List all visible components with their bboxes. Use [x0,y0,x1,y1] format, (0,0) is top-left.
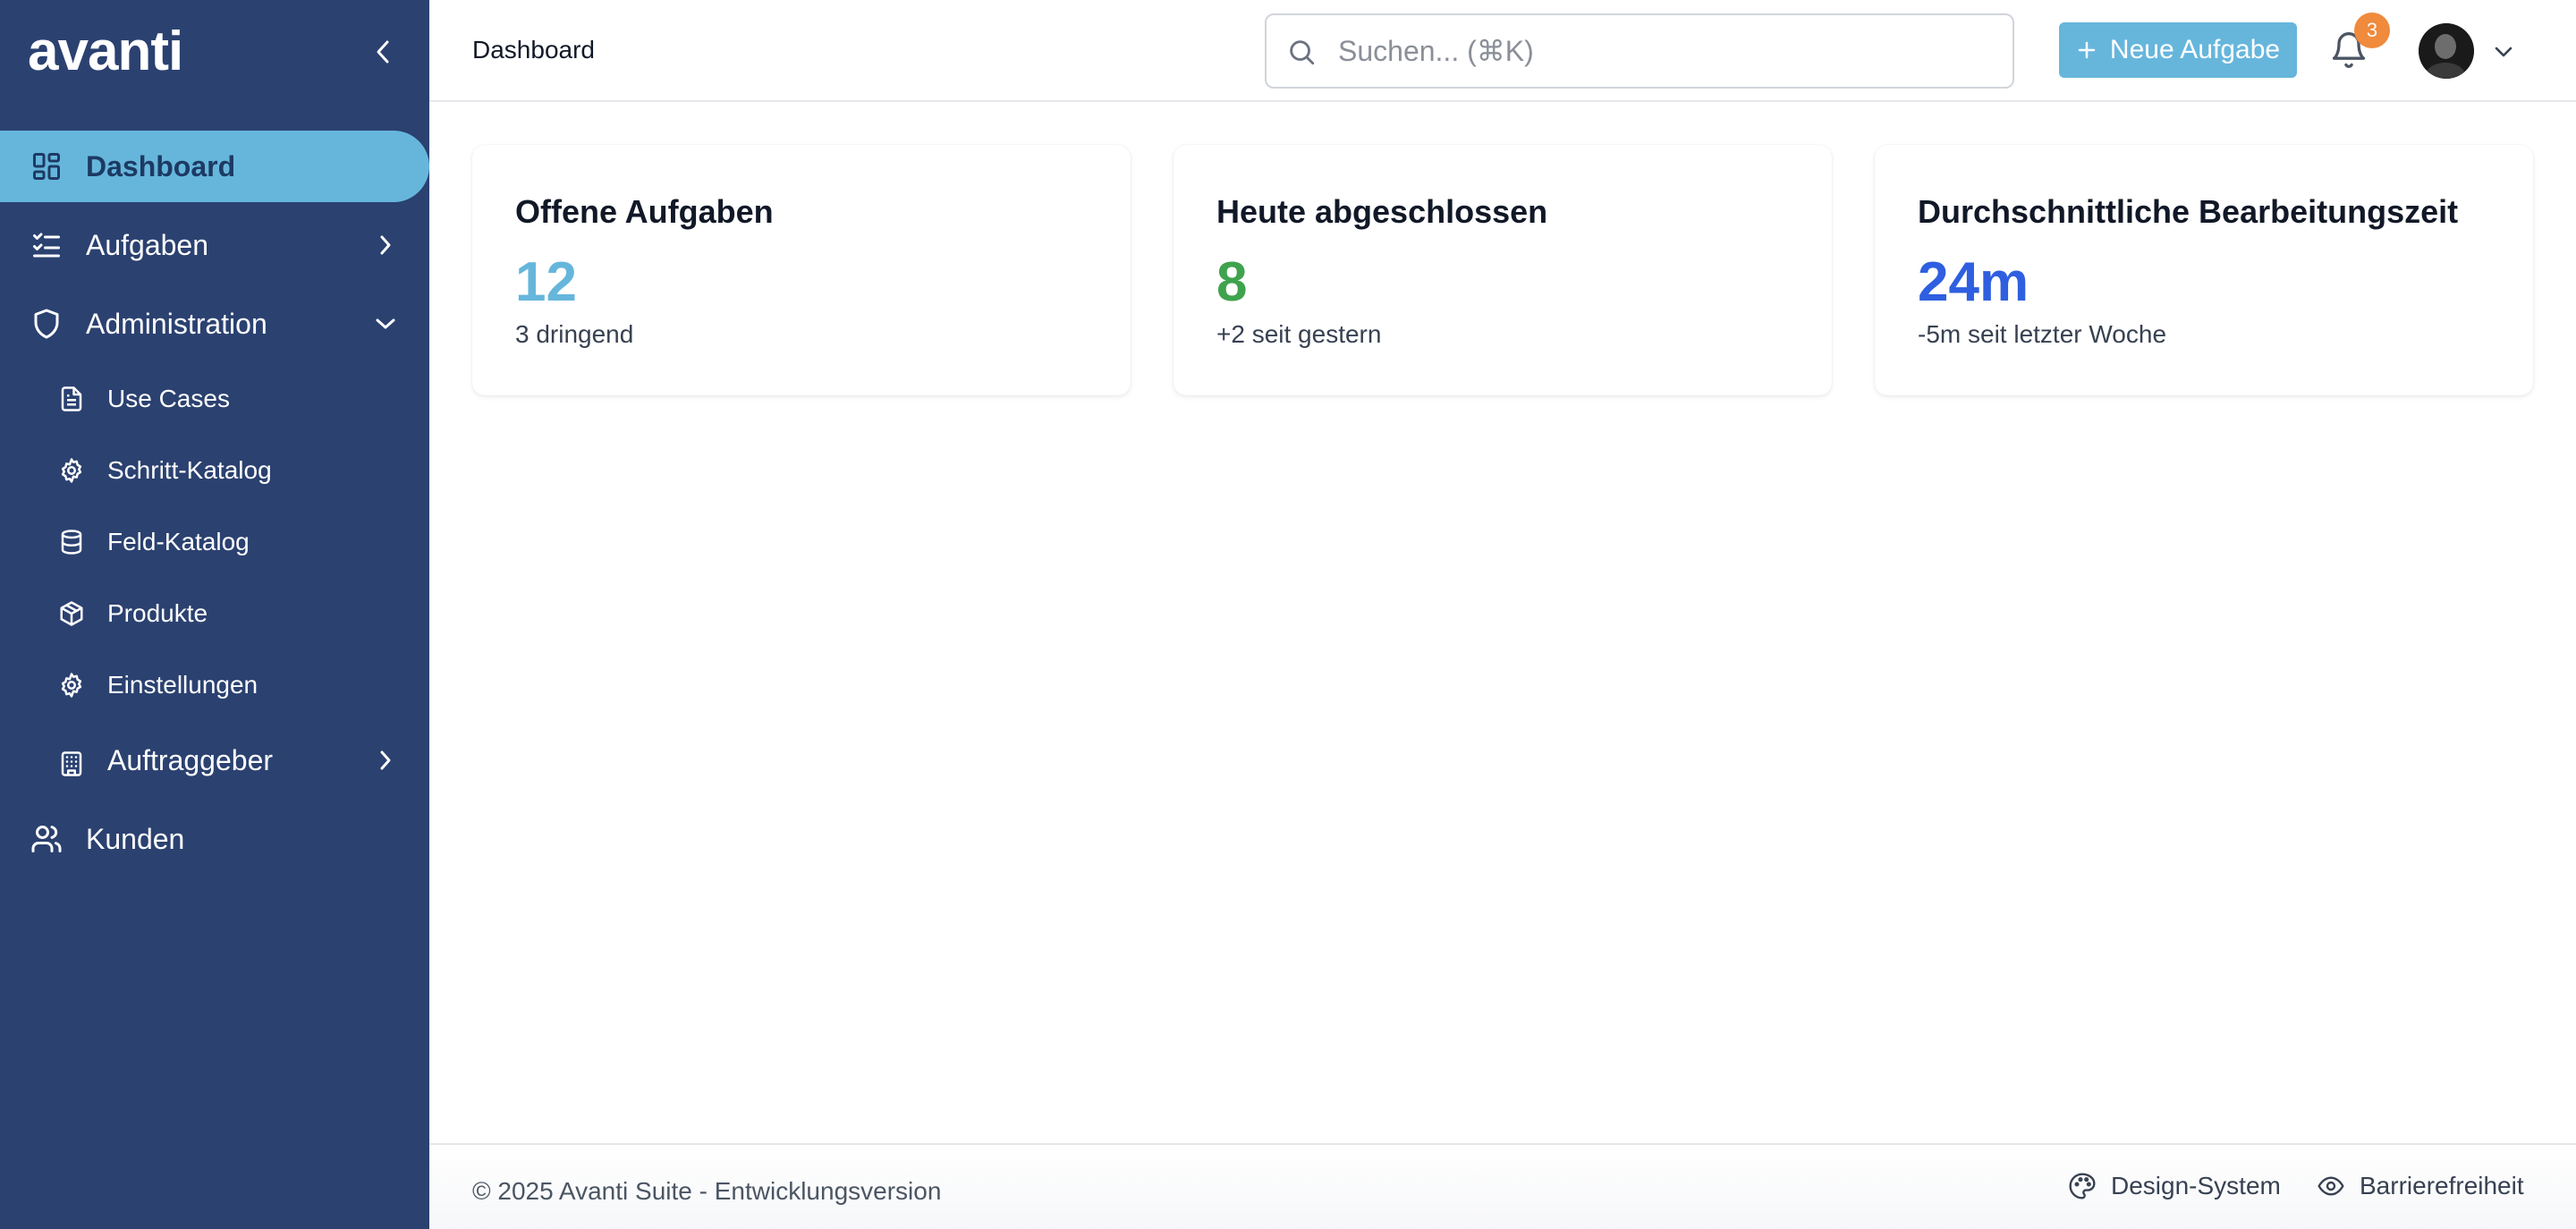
sidebar-item-feld-katalog[interactable]: Feld-Katalog [0,513,429,571]
copyright-text: © 2025 Avanti Suite - Entwicklungsversio… [472,1177,942,1205]
card-value: 24m [1918,251,2029,313]
top-bar: Dashboard Neue Aufgabe 3 [429,0,2576,102]
card-title: Offene Aufgaben [515,193,774,230]
sidebar-item-auftraggeber[interactable]: Auftraggeber [0,725,429,796]
stat-card-avg-processing-time: Durchschnittliche Bearbeitungszeit 24m -… [1875,145,2533,395]
sidebar-item-aufgaben[interactable]: Aufgaben [0,209,429,281]
sidebar-item-label: Kunden [86,822,185,855]
sidebar-item-label: Dashboard [86,149,236,182]
breadcrumb: Dashboard [472,36,595,64]
chevron-right-icon [372,747,399,774]
new-task-label: Neue Aufgabe [2109,35,2281,64]
card-subtitle: +2 seit gestern [1216,320,1382,348]
stat-card-completed-today: Heute abgeschlossen 8 +2 seit gestern [1174,145,1832,395]
sidebar-item-dashboard[interactable]: Dashboard [0,131,429,202]
gear-icon [57,671,86,699]
card-value: 8 [1216,251,1248,313]
sidebar-item-label: Feld-Katalog [107,528,250,555]
sidebar-item-einstellungen[interactable]: Einstellungen [0,657,429,714]
logo[interactable]: avanti [28,21,183,82]
search-box[interactable] [1265,13,2014,89]
sidebar-item-label: Schritt-Katalog [107,456,272,484]
card-title: Heute abgeschlossen [1216,193,1548,230]
notification-badge: 3 [2354,13,2390,48]
search-input[interactable] [1338,28,1982,74]
sidebar-item-label: Einstellungen [107,671,258,699]
card-subtitle: 3 dringend [515,320,634,348]
file-text-icon [57,385,86,413]
shield-icon [29,306,64,342]
card-title: Durchschnittliche Bearbeitungszeit [1918,193,2459,230]
sidebar-item-kunden[interactable]: Kunden [0,803,429,875]
chevron-left-icon [377,40,389,64]
sidebar: avanti Dashboard Aufgaben Administration [0,0,429,1229]
sidebar-item-label: Produkte [107,599,208,627]
design-system-link[interactable]: Design-System [2068,1172,2281,1200]
chevron-right-icon [372,232,399,259]
new-task-button[interactable]: Neue Aufgabe [2059,22,2297,78]
sidebar-item-label: Administration [86,307,267,340]
chevron-down-icon[interactable] [2492,38,2519,64]
eye-icon [2318,1176,2344,1196]
sidebar-item-produkte[interactable]: Produkte [0,585,429,642]
sidebar-item-label: Use Cases [107,385,230,412]
accessibility-label: Barrierefreiheit [2360,1172,2524,1199]
users-icon [29,821,64,857]
search-icon [1290,40,1315,65]
sidebar-item-schritt-katalog[interactable]: Schritt-Katalog [0,442,429,499]
card-value: 12 [515,251,577,313]
avatar-image [2419,23,2474,79]
gear-icon [57,456,86,485]
footer: © 2025 Avanti Suite - Entwicklungsversio… [429,1143,2576,1229]
avatar[interactable] [2419,23,2474,79]
package-icon [57,599,86,628]
database-icon [57,528,86,556]
accessibility-link[interactable]: Barrierefreiheit [2317,1172,2524,1200]
sidebar-item-administration[interactable]: Administration [0,288,429,360]
logo-text: avanti [28,21,183,82]
chevron-down-icon [372,310,399,337]
sidebar-item-use-cases[interactable]: Use Cases [0,370,429,428]
card-subtitle: -5m seit letzter Woche [1918,320,2167,348]
design-system-label: Design-System [2111,1172,2281,1199]
list-checks-icon [29,227,64,263]
collapse-sidebar-button[interactable] [367,32,399,72]
stat-card-open-tasks: Offene Aufgaben 12 3 dringend [472,145,1131,395]
layout-dashboard-icon [29,148,64,184]
sidebar-item-label: Auftraggeber [107,743,274,776]
palette-icon [2069,1173,2096,1199]
sidebar-item-label: Aufgaben [86,228,209,261]
plus-icon [2078,41,2096,59]
building-icon [57,746,86,782]
